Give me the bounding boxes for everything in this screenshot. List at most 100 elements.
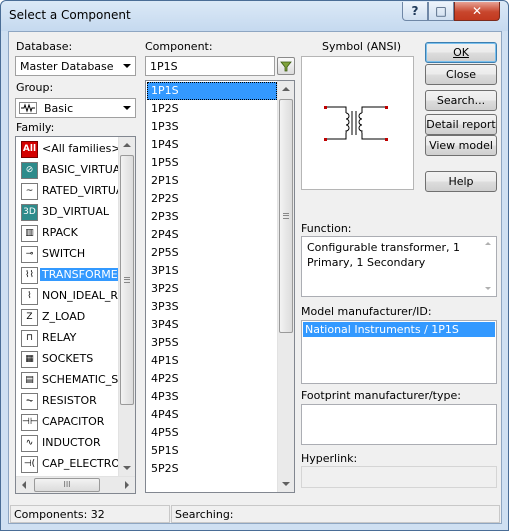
component-item[interactable]: 5P2S <box>147 460 277 478</box>
title-restore-button[interactable]: □ <box>428 2 454 21</box>
scroll-thumb[interactable] <box>279 99 293 333</box>
components-count-status: Components: 32 <box>10 505 170 523</box>
component-item[interactable]: 5P1S <box>147 442 277 460</box>
component-item[interactable]: 3P1S <box>147 262 277 280</box>
component-item[interactable]: 2P4S <box>147 226 277 244</box>
family-item[interactable]: ⊣⊢ CAPACITOR <box>18 412 116 433</box>
view-model-button[interactable]: View model <box>425 135 497 156</box>
component-item[interactable]: 2P5S <box>147 244 277 262</box>
component-item[interactable]: 2P1S <box>147 172 277 190</box>
scroll-up-icon[interactable] <box>485 242 491 245</box>
switch-icon: ⊸ <box>21 246 38 263</box>
transformer-symbol-icon <box>324 106 388 141</box>
family-item[interactable]: ⌇ NON_IDEAL_RL <box>18 286 124 307</box>
component-item[interactable]: 4P4S <box>147 406 277 424</box>
family-item-label: BASIC_VIRTUA <box>42 163 121 176</box>
scroll-down-icon[interactable] <box>278 475 294 492</box>
title-close-button[interactable]: ✕ <box>454 2 500 21</box>
relay-icon: ⊓ <box>21 330 38 347</box>
ok-button[interactable]: OK <box>425 42 497 63</box>
family-item[interactable]: ⊣(CAP_ELECTROL <box>18 454 126 475</box>
family-item[interactable]: ⏦ RESISTOR <box>18 391 116 412</box>
family-item[interactable]: All <All families> <box>18 139 121 160</box>
close-button[interactable]: Close <box>425 64 497 85</box>
search-button[interactable]: Search... <box>425 90 497 111</box>
family-item[interactable]: ⊸ SWITCH <box>18 244 116 265</box>
family-item-label: Z_LOAD <box>42 310 86 323</box>
resistor-group-icon <box>19 102 37 114</box>
component-item[interactable]: 4P3S <box>147 388 277 406</box>
rpack-icon: ▥ <box>21 225 38 242</box>
family-item[interactable]: ⊓ RELAY <box>18 328 116 349</box>
family-item-label: <All families> <box>42 142 121 155</box>
dialog-client-area: Database: Master Database Group: Basic F… <box>8 31 502 524</box>
help-button-label: Help <box>448 175 474 188</box>
scroll-up-icon[interactable] <box>278 81 294 98</box>
component-vertical-scrollbar[interactable] <box>277 81 294 492</box>
function-text: Configurable transformer, 1 Primary, 1 S… <box>307 241 461 269</box>
family-item[interactable]: ⌇⌇ TRANSFORMER <box>18 265 128 286</box>
scroll-thumb-horizontal[interactable]: III <box>34 478 100 492</box>
model-manufacturer-list[interactable]: National Instruments / 1P1S <box>301 320 497 384</box>
family-item[interactable]: ▥ RPACK <box>18 223 116 244</box>
component-list[interactable]: 1P1S 1P2S 1P3S 1P4S 1P5S 2P1S 2P2S 2P3S 2P4S 2P5S… <box>145 80 295 493</box>
scroll-down-icon[interactable] <box>485 287 491 290</box>
family-item[interactable]: ▤ SCHEMATIC_SY <box>18 370 125 391</box>
family-vertical-scrollbar[interactable] <box>118 137 135 476</box>
family-item-label: SOCKETS <box>42 352 94 365</box>
scroll-thumb[interactable] <box>120 155 134 405</box>
component-item[interactable]: 1P2S <box>147 100 277 118</box>
component-item[interactable]: 1P1S <box>147 82 277 100</box>
sockets-icon: ▦ <box>21 351 38 368</box>
component-item[interactable]: 3P2S <box>147 280 277 298</box>
family-item-label: CAP_ELECTROL <box>42 457 127 470</box>
component-item[interactable]: 1P4S <box>147 136 277 154</box>
component-item[interactable]: 2P2S <box>147 190 277 208</box>
family-item[interactable]: ∿ INDUCTOR <box>18 433 116 454</box>
footprint-list[interactable] <box>301 404 497 445</box>
filter-button[interactable] <box>277 57 295 75</box>
function-scrollbar[interactable] <box>481 237 496 296</box>
scroll-down-icon[interactable] <box>119 459 135 476</box>
family-item[interactable]: ▦ SOCKETS <box>18 349 116 370</box>
component-item[interactable]: 1P3S <box>147 118 277 136</box>
family-item[interactable]: Z Z_LOAD <box>18 307 116 328</box>
footprint-label: Footprint manufacturer/type: <box>301 389 461 402</box>
model-manufacturer-item[interactable]: National Instruments / 1P1S <box>303 322 495 337</box>
help-icon: ? <box>411 4 419 18</box>
symbol-preview <box>301 56 414 190</box>
family-item-label: RELAY <box>42 331 77 344</box>
group-select[interactable]: Basic <box>15 98 136 118</box>
title-bar[interactable]: Select a Component ? □ ✕ <box>1 1 508 31</box>
function-textbox[interactable]: Configurable transformer, 1 Primary, 1 S… <box>301 236 497 297</box>
component-item[interactable]: 3P5S <box>147 334 277 352</box>
database-label: Database: <box>16 40 73 53</box>
function-label: Function: <box>301 222 352 235</box>
view-model-button-label: View model <box>429 139 493 152</box>
component-item[interactable]: 2P3S <box>147 208 277 226</box>
scroll-up-icon[interactable] <box>119 137 135 154</box>
family-item[interactable]: 3D 3D_VIRTUAL <box>18 202 116 223</box>
detail-report-button-label: Detail report <box>426 118 496 131</box>
family-horizontal-scrollbar[interactable]: III <box>16 476 135 493</box>
title-help-button[interactable]: ? <box>402 2 428 21</box>
family-item[interactable]: ⊘ BASIC_VIRTUA <box>18 160 120 181</box>
family-list[interactable]: All <All families> ⊘ BASIC_VIRTUA ~ RATED_VIR… <box>15 136 136 494</box>
component-item[interactable]: 4P2S <box>147 370 277 388</box>
database-select[interactable]: Master Database <box>15 56 136 76</box>
component-search-input[interactable]: 1P1S <box>145 56 275 76</box>
family-item-label: RATED_VIRTUA <box>42 184 124 197</box>
detail-report-button[interactable]: Detail report <box>425 114 497 135</box>
family-item[interactable]: ~ RATED_VIRTUA <box>18 181 123 202</box>
component-item[interactable]: 3P3S <box>147 298 277 316</box>
component-item[interactable]: 1P5S <box>147 154 277 172</box>
component-item[interactable]: 3P4S <box>147 316 277 334</box>
family-item-label: CAPACITOR <box>42 415 105 428</box>
scroll-right-icon[interactable] <box>118 477 135 493</box>
component-item[interactable]: 4P5S <box>147 424 277 442</box>
component-item[interactable]: 4P1S <box>147 352 277 370</box>
help-button[interactable]: Help <box>425 171 497 192</box>
hyperlink-field[interactable] <box>301 466 497 488</box>
scroll-left-icon[interactable] <box>16 477 33 493</box>
searching-text: Searching: <box>175 508 234 521</box>
